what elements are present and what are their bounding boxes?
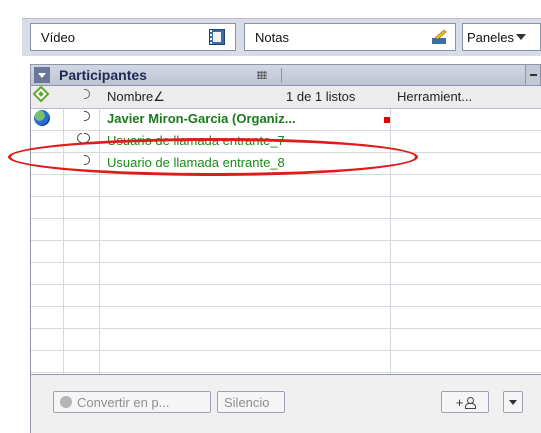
participant-row-organizer[interactable]: Javier Miron-Garcia (Organiz...	[31, 108, 541, 131]
convert-icon	[60, 396, 72, 408]
list-row-empty	[31, 350, 541, 373]
mute-label: Silencio	[224, 394, 270, 410]
chevron-down-icon	[515, 34, 526, 40]
video-icon	[209, 29, 225, 45]
collapse-toggle-icon[interactable]	[34, 67, 50, 83]
video-button[interactable]: Vídeo	[30, 23, 236, 51]
list-row-empty	[31, 284, 541, 307]
list-row-empty	[31, 174, 541, 197]
tools-column-header[interactable]: Herramient...	[397, 89, 472, 104]
list-row-empty	[31, 328, 541, 351]
person-icon	[465, 397, 477, 409]
phone-icon[interactable]	[84, 89, 90, 99]
chevron-down-icon	[509, 399, 517, 405]
add-participant-button[interactable]: +	[441, 391, 489, 413]
convert-label: Convertir en p...	[77, 394, 170, 410]
add-label: +	[455, 394, 464, 410]
panel-footer: Convertir en p... Silencio +	[30, 374, 541, 433]
panel-header: Participantes	[30, 64, 541, 86]
panel-title: Participantes	[59, 67, 147, 83]
ready-count: 1 de 1 listos	[286, 89, 356, 104]
notes-icon	[432, 29, 447, 44]
phone-icon	[84, 111, 90, 121]
list-row-empty	[31, 262, 541, 285]
convert-button[interactable]: Convertir en p...	[53, 391, 211, 413]
notes-button[interactable]: Notas	[244, 23, 456, 51]
highlight-ellipse	[8, 138, 418, 176]
list-row-empty	[31, 240, 541, 263]
notes-label: Notas	[255, 29, 289, 45]
add-options-dropdown[interactable]	[503, 391, 523, 413]
participant-name: Javier Miron-Garcia (Organiz...	[107, 111, 296, 126]
status-diamond-icon[interactable]	[32, 85, 50, 103]
list-header-row: Nombre∠ 1 de 1 listos Herramient...	[31, 85, 541, 109]
left-window-edge	[0, 56, 23, 432]
list-row-empty	[31, 218, 541, 241]
panels-menu-button[interactable]: Paneles	[462, 23, 541, 51]
participants-panel: Participantes Nombre∠ 1 de 1 listos Herr…	[22, 56, 541, 433]
video-label: Vídeo	[41, 29, 75, 45]
presenter-indicator	[384, 117, 390, 123]
mute-button[interactable]: Silencio	[217, 391, 285, 413]
globe-icon	[34, 110, 50, 126]
top-toolbar: Vídeo Notas Paneles	[22, 18, 541, 57]
name-column-header[interactable]: Nombre∠	[107, 89, 165, 105]
drag-grip-icon[interactable]	[257, 71, 267, 79]
list-row-empty	[31, 306, 541, 329]
header-divider	[281, 68, 282, 82]
participants-list: Nombre∠ 1 de 1 listos Herramient... Javi…	[30, 85, 541, 374]
list-row-empty	[31, 196, 541, 219]
panels-label: Paneles	[467, 29, 514, 45]
minimize-button[interactable]	[525, 65, 540, 85]
